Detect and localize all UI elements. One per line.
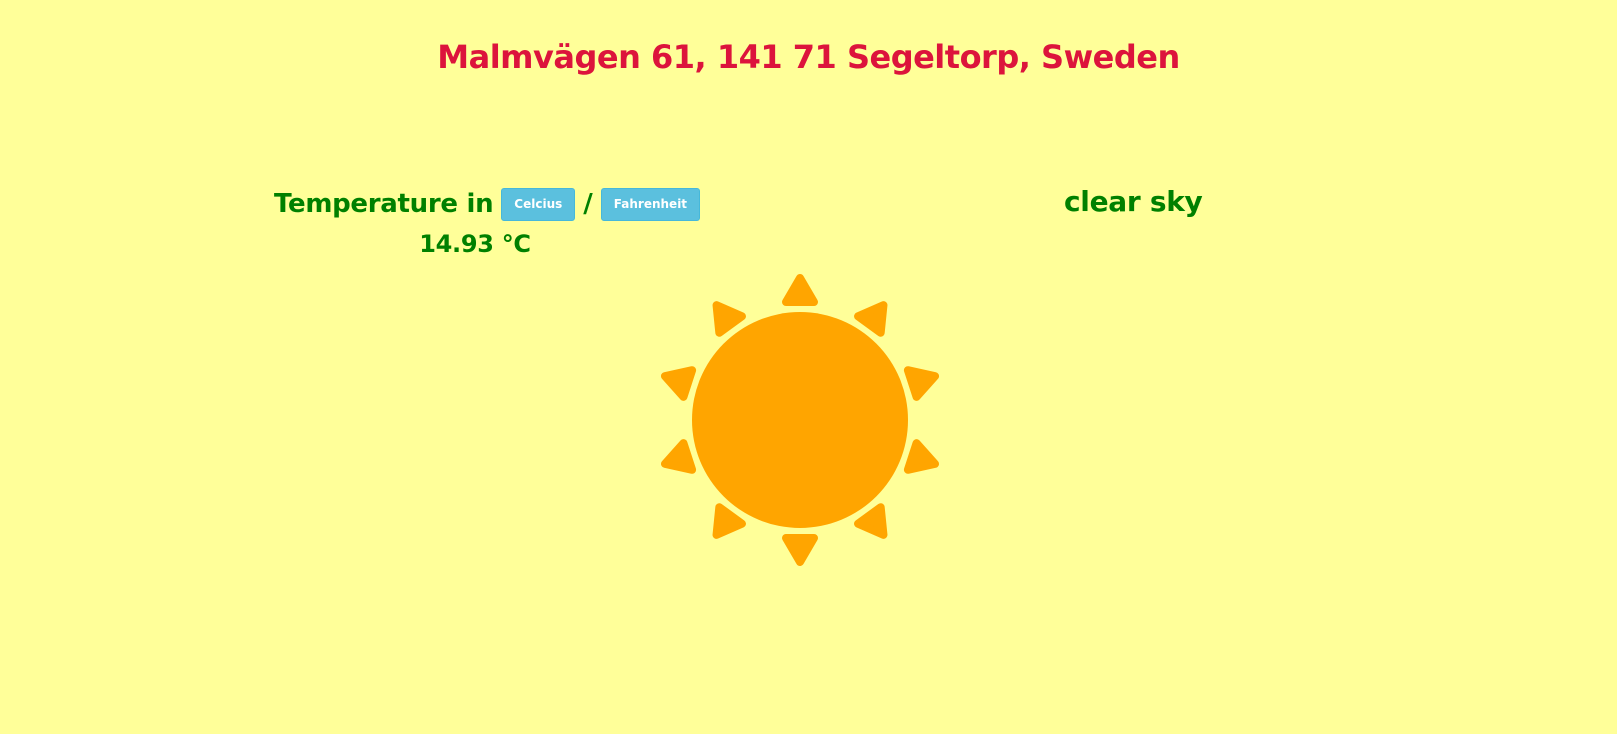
temperature-label: Temperature in [274, 189, 494, 219]
sun-ray [660, 439, 697, 474]
sun-ray [712, 503, 746, 539]
celsius-button[interactable]: Celcius [501, 187, 576, 221]
fahrenheit-button[interactable]: Fahrenheit [600, 187, 701, 221]
sun-ray [854, 301, 888, 337]
sun-ray [712, 301, 746, 337]
sun-ray [782, 534, 818, 566]
unit-separator: / [583, 189, 593, 219]
sun-ray [854, 503, 888, 539]
weather-description: clear sky [1064, 185, 1203, 218]
sun-icon [660, 274, 940, 566]
sun-disc [692, 312, 908, 528]
sun-ray [903, 439, 940, 474]
sun-ray [782, 274, 818, 306]
location-address: Malmvägen 61, 141 71 Segeltorp, Sweden [437, 38, 1180, 76]
sun-ray [660, 366, 697, 401]
temperature-unit-row: Temperature in Celcius / Fahrenheit [274, 186, 701, 222]
sun-ray [903, 366, 940, 401]
temperature-value: 14.93 °C [419, 230, 531, 258]
